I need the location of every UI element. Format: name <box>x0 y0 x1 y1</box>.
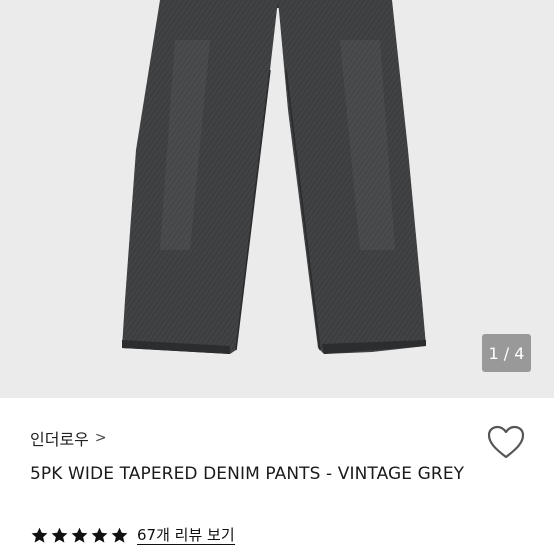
brand-link[interactable]: 인더로우 > <box>30 426 107 450</box>
star-filled-icon <box>51 527 68 543</box>
image-counter: 1 / 4 <box>482 334 531 372</box>
product-title: 5PK WIDE TAPERED DENIM PANTS - VINTAGE G… <box>30 464 465 484</box>
review-link[interactable]: 67개 리뷰 보기 <box>137 526 235 545</box>
star-filled-icon <box>91 527 108 543</box>
chevron-right-icon: > <box>94 430 107 446</box>
star-filled-icon <box>31 527 48 543</box>
product-image <box>122 0 426 354</box>
star-filled-icon <box>111 527 128 543</box>
rating-row: 67개 리뷰 보기 <box>30 526 235 545</box>
star-filled-icon <box>71 527 88 543</box>
product-info: 인더로우 > 5PK WIDE TAPERED DENIM PANTS - VI… <box>0 398 554 554</box>
wishlist-heart-icon[interactable] <box>486 424 526 460</box>
rating-stars <box>30 526 129 545</box>
brand-name: 인더로우 <box>30 430 89 449</box>
product-image-gallery[interactable]: 1 / 4 <box>0 0 554 398</box>
